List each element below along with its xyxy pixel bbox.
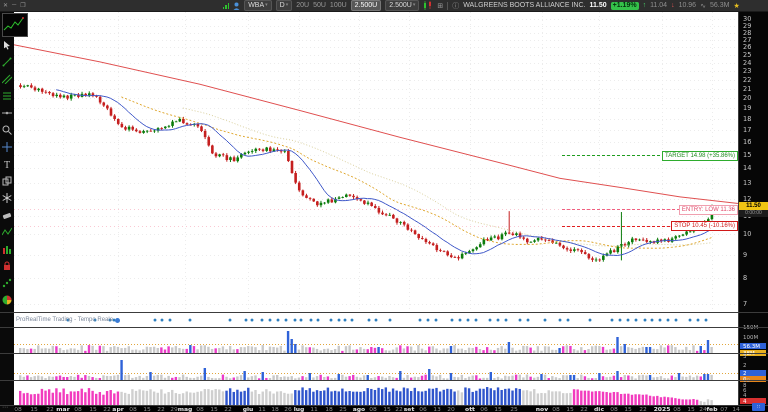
volume-icon: ∿ — [700, 2, 706, 10]
low-arrow-icon: ↓ — [671, 2, 675, 9]
interval-dropdown[interactable]: 2.500U▾ — [385, 0, 419, 11]
duplicate-icon[interactable] — [2, 176, 13, 186]
pane-separator[interactable] — [0, 353, 768, 354]
globe-icon — [115, 318, 120, 323]
day-low-value: 10.96 — [679, 2, 697, 9]
prt-logo-icon[interactable]: ∷ — [752, 403, 765, 411]
ma-button-100[interactable]: 100U — [330, 2, 347, 9]
layout-grid-icon[interactable]: ⊞ — [437, 2, 443, 10]
ma-button-50[interactable]: 50U — [313, 2, 326, 9]
info-icon[interactable]: ⓘ — [452, 1, 459, 11]
chevron-down-icon: ▾ — [413, 1, 416, 10]
pane-separator[interactable] — [0, 312, 768, 313]
high-arrow-icon: ↑ — [643, 2, 647, 9]
main-price-pane[interactable] — [14, 12, 739, 312]
pie-icon[interactable] — [2, 295, 13, 305]
settings-icon[interactable] — [2, 193, 13, 203]
company-name: WALGREENS BOOTS ALLIANCE INC. — [463, 2, 585, 9]
bar-countdown: 0:00:00 — [739, 210, 768, 217]
bar-chart-icon[interactable] — [2, 244, 13, 254]
target-price-label[interactable]: TARGET 14.98 (+35.86%) — [662, 151, 738, 161]
toolbar-divider — [447, 2, 448, 10]
lock-icon[interactable] — [2, 261, 13, 271]
date-axis[interactable] — [0, 405, 768, 412]
horizontal-line-icon[interactable] — [2, 108, 13, 118]
crosshair-icon[interactable] — [2, 142, 13, 152]
timeframe-selector[interactable]: D▾ — [276, 0, 293, 11]
maximize-icon[interactable]: ❐ — [20, 2, 26, 9]
ma-button-20[interactable]: 20U — [296, 2, 309, 9]
zoom-icon[interactable] — [2, 125, 13, 135]
pane-separator — [0, 405, 768, 406]
thumbnail-sparkline-icon — [3, 14, 25, 34]
indicator-pane-2[interactable] — [14, 354, 739, 380]
fib-retracement-icon[interactable] — [2, 91, 13, 101]
connection-status-icon — [223, 2, 230, 9]
pane-separator[interactable] — [0, 380, 768, 381]
top-toolbar: ✕ ─ ❐ WBA▾ D▾ 20U 50U 100U 2.500U 2.500U… — [0, 0, 768, 12]
drawing-toolbar: T — [0, 12, 14, 412]
pane-separator[interactable] — [0, 327, 768, 328]
minimize-icon[interactable]: ─ — [12, 2, 17, 9]
trading-app-window: ✕ ─ ❐ WBA▾ D▾ 20U 50U 100U 2.500U 2.500U… — [0, 0, 768, 412]
day-high-value: 11.04 — [650, 2, 667, 9]
brand-text: ProRealTime Trading - Tempo Reale — [16, 317, 113, 323]
cursor-icon[interactable] — [2, 40, 13, 50]
dots-icon[interactable] — [2, 278, 13, 288]
svg-text:T: T — [4, 160, 10, 169]
window-controls[interactable]: ✕ ─ ❐ — [3, 2, 27, 9]
volume-pane[interactable] — [14, 328, 739, 353]
eraser-icon[interactable] — [2, 210, 13, 220]
alert-star-icon[interactable]: ★ — [733, 2, 739, 10]
close-icon[interactable]: ✕ — [3, 2, 9, 9]
symbol-selector[interactable]: WBA▾ — [244, 0, 271, 11]
corner-menu-icon[interactable]: ⋯ — [2, 404, 8, 411]
current-price-tag: 11.50 — [739, 202, 768, 210]
indicator-pane-3[interactable] — [14, 381, 739, 405]
stop-price-label[interactable]: STOP 10.45 (-10.16%) — [671, 221, 738, 231]
chevron-down-icon: ▾ — [286, 1, 289, 10]
zigzag-icon[interactable] — [2, 227, 13, 237]
interval-button-active[interactable]: 2.500U — [351, 0, 382, 11]
user-icon[interactable] — [233, 2, 240, 10]
last-price-value: 11.50 — [589, 2, 606, 9]
change-percent-badge: +1.19% — [611, 2, 639, 10]
text-icon[interactable]: T — [2, 159, 13, 169]
chart-type-candles-icon[interactable] — [423, 1, 433, 10]
chart-thumbnail-window[interactable] — [2, 13, 28, 37]
signal-dots-pane[interactable] — [14, 313, 739, 327]
chevron-down-icon: ▾ — [265, 1, 268, 10]
trend-line-icon[interactable] — [2, 57, 13, 67]
multi-line-icon[interactable] — [2, 74, 13, 84]
entry-price-label[interactable]: ENTRY: LOW 11.36 — [679, 205, 738, 215]
platform-brand: ProRealTime Trading - Tempo Reale — [16, 317, 120, 323]
day-volume-value: 56.3M — [710, 2, 729, 9]
